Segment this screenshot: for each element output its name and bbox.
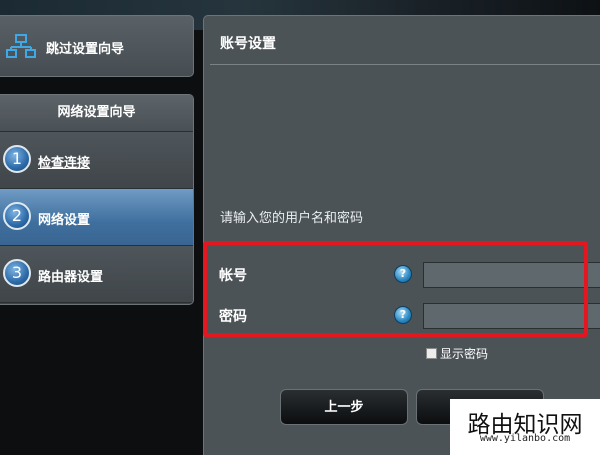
instruction-text: 请输入您的用户名和密码 [220, 211, 364, 226]
step-label: 路由器设置 [38, 270, 104, 285]
show-password-label: 显示密码 [440, 347, 489, 361]
skip-wizard-button[interactable]: 跳过设置向导 [0, 15, 194, 77]
username-input[interactable] [423, 262, 600, 288]
step-label: 检查连接 [38, 156, 91, 171]
skip-wizard-label: 跳过设置向导 [46, 42, 125, 57]
watermark: 路由知识网 www.yilanbo.com [450, 399, 600, 455]
wizard-step-router-settings[interactable]: 3 路由器设置 [0, 246, 193, 303]
watermark-url: www.yilanbo.com [479, 433, 571, 444]
step-number-badge: 2 [3, 202, 31, 230]
username-label: 帐号 [219, 268, 247, 284]
wizard-steps-panel: 网络设置向导 1 检查连接 2 网络设置 3 路由器设置 [0, 94, 194, 305]
help-icon[interactable]: ? [394, 265, 412, 283]
show-password-toggle[interactable]: 显示密码 [426, 345, 488, 362]
step-number-badge: 1 [3, 145, 31, 173]
account-settings-panel: 账号设置 请输入您的用户名和密码 帐号 ? 密码 ? 显示密码 上一步 [203, 15, 600, 455]
wizard-step-network-settings[interactable]: 2 网络设置 [0, 189, 193, 246]
password-label: 密码 [219, 309, 247, 325]
network-icon [6, 34, 36, 58]
wizard-title: 网络设置向导 [0, 95, 193, 132]
title-divider [210, 64, 600, 65]
page-title: 账号设置 [220, 36, 276, 52]
password-input[interactable] [423, 303, 600, 329]
back-button[interactable]: 上一步 [280, 389, 408, 425]
wizard-step-check-connection[interactable]: 1 检查连接 [0, 132, 193, 189]
step-label: 网络设置 [38, 213, 91, 228]
help-icon[interactable]: ? [394, 306, 412, 324]
step-number-badge: 3 [3, 259, 31, 287]
show-password-checkbox[interactable] [426, 348, 437, 359]
